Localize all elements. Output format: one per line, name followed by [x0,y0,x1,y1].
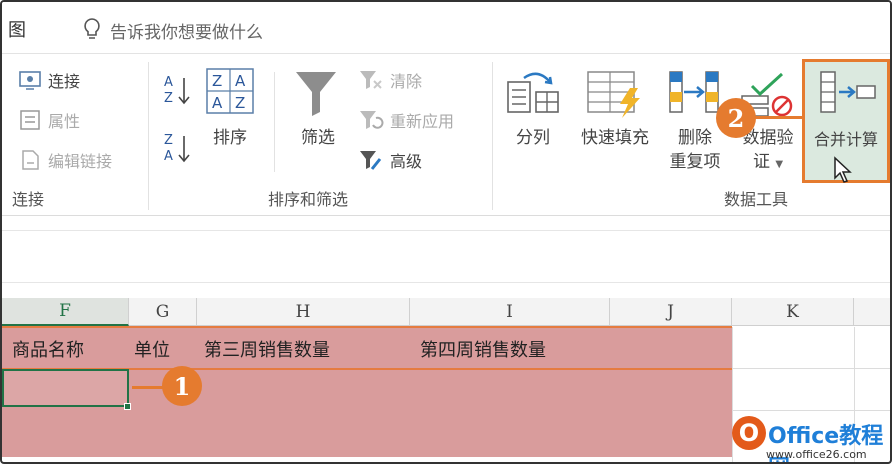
range-border-top [2,326,732,328]
text-to-columns-icon[interactable] [504,68,562,120]
group-label-connections: 连接 [12,190,45,209]
properties-label: 属性 [48,112,81,131]
consolidate-label: 合并计算 [813,130,878,149]
properties-icon [20,110,40,130]
clear-filter-button[interactable]: 清除 [358,68,422,92]
properties-button[interactable]: 属性 [18,108,80,132]
column-header-h[interactable]: H [197,298,410,326]
reapply-button[interactable]: 重新应用 [358,108,454,132]
callout-line-2 [750,116,802,119]
edit-links-button[interactable]: 编辑链接 [18,148,112,172]
column-header-g[interactable]: G [129,298,197,326]
tell-me-input[interactable]: 告诉我你想要做什么 [110,18,263,43]
watermark-url: www.office26.com [766,448,867,461]
filter-button[interactable]: 筛选 [292,126,344,150]
mouse-cursor-icon [834,156,852,183]
header-cell-week4-sales[interactable]: 第四周销售数量 [420,336,546,362]
consolidate-icon [820,71,876,113]
sort-descending-icon[interactable]: Z A [162,130,192,166]
remove-duplicates-button[interactable]: 删除 重复项 [662,126,728,174]
ribbon-separator [492,62,493,210]
sort-button[interactable]: 排序 [208,126,252,150]
remove-duplicates-icon[interactable] [666,68,724,120]
header-cell-product-name[interactable]: 商品名称 [12,336,84,362]
column-header-k[interactable]: K [732,298,854,326]
tell-me-bar: 图 告诉我你想要做什么 [2,2,890,54]
lightbulb-icon [84,18,100,39]
svg-text:Z: Z [164,133,173,148]
grid-line [732,410,890,411]
column-header-i[interactable]: I [410,298,610,326]
dropdown-caret-icon: ▼ [775,159,784,170]
reapply-label: 重新应用 [390,112,455,131]
svg-text:A: A [235,72,246,90]
svg-text:A: A [164,75,173,90]
svg-text:Z: Z [235,94,245,112]
header-cell-unit[interactable]: 单位 [134,336,170,362]
sort-dialog-icon[interactable]: Z A A Z [206,68,254,114]
fill-handle[interactable] [124,403,131,410]
formula-bar-top-line [2,230,890,231]
column-header-partial[interactable] [854,298,890,326]
column-header-j[interactable]: J [610,298,732,326]
advanced-filter-icon [360,151,382,170]
group-label-sort-filter: 排序和筛选 [268,190,349,209]
filter-icon[interactable] [292,68,340,118]
remove-duplicates-label-1: 删除 [678,128,712,148]
callout-badge-1: 1 [162,366,202,406]
ribbon-separator [148,62,149,210]
data-validation-label-2: 证 [752,152,770,172]
svg-text:Z: Z [212,72,222,90]
column-header-f[interactable]: F [2,298,129,326]
excel-window: 图 告诉我你想要做什么 连接 属性 编辑链接 连接 A Z Z A Z A A … [0,0,892,464]
callout-line-1 [132,386,166,389]
active-cell[interactable] [2,369,129,407]
connections-button[interactable]: 连接 [18,68,80,92]
svg-text:Z: Z [164,91,173,106]
ribbon-data-tab: 连接 属性 编辑链接 连接 A Z Z A Z A A Z 排序 筛选 清除 重… [2,54,890,216]
flash-fill-icon[interactable] [586,68,644,120]
formula-bar-area [2,216,890,298]
header-cell-week3-sales[interactable]: 第三周销售数量 [204,336,330,362]
office-logo-icon: O [732,416,766,450]
advanced-filter-label: 高级 [390,152,423,171]
formula-bar-bottom-line [2,282,890,283]
svg-text:A: A [212,94,223,112]
flash-fill-button[interactable]: 快速填充 [572,126,658,150]
edit-links-label: 编辑链接 [48,152,113,171]
svg-text:A: A [164,149,173,164]
text-to-columns-button[interactable]: 分列 [508,126,558,150]
grid-line [732,368,890,369]
connections-icon [19,71,41,90]
reapply-icon [360,111,384,129]
watermark: O Office教程网 www.office26.com [732,412,890,462]
connections-label: 连接 [48,72,81,91]
sort-ascending-icon[interactable]: A Z [162,72,192,108]
group-label-data-tools: 数据工具 [724,190,789,209]
consolidate-button[interactable]: 合并计算 [802,59,890,183]
clear-filter-icon [360,71,382,89]
ribbon-separator [274,72,275,172]
edit-links-icon [22,150,39,170]
advanced-filter-button[interactable]: 高级 [358,148,422,172]
clear-filter-label: 清除 [390,72,423,91]
callout-badge-2: 2 [716,98,756,138]
remove-duplicates-label-2: 重复项 [669,152,721,172]
tab-view-partial[interactable]: 图 [8,16,26,42]
